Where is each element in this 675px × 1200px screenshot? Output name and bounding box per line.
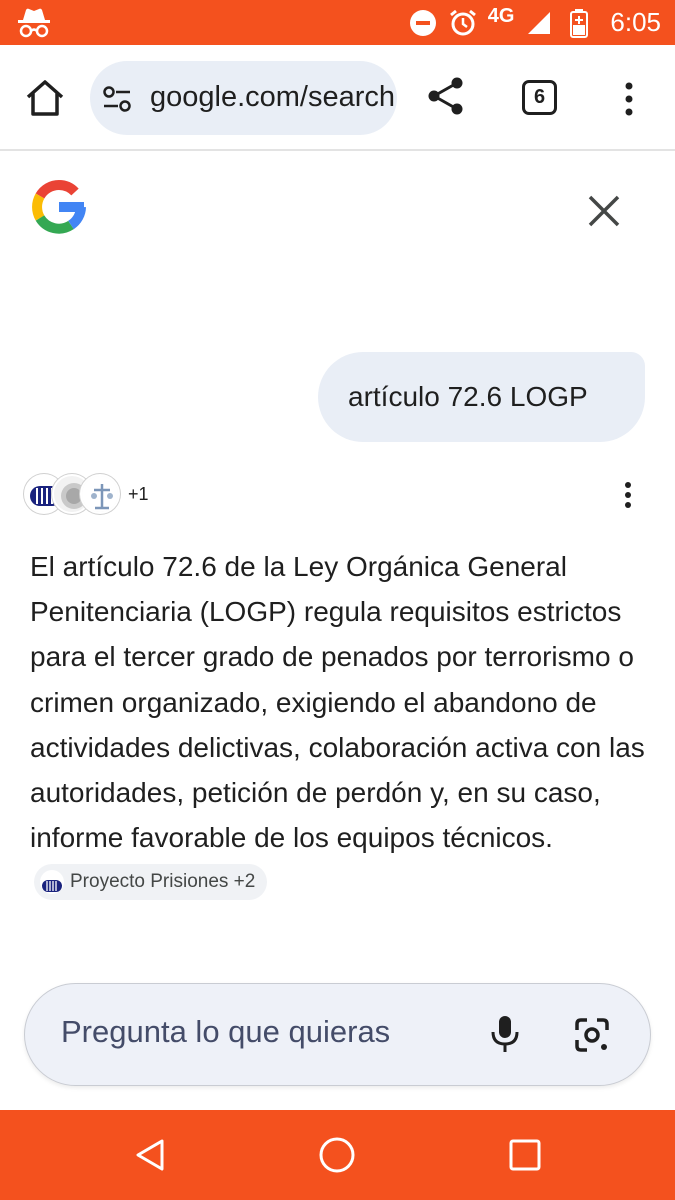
- answer-more-icon[interactable]: [616, 480, 640, 510]
- network-label: 4G: [487, 5, 515, 27]
- url-bar[interactable]: google.com/search: [90, 61, 397, 135]
- answer-text: El artículo 72.6 de la Ley Orgánica Gene…: [30, 551, 645, 854]
- close-icon[interactable]: [586, 193, 622, 229]
- dnd-icon: [408, 8, 438, 38]
- site-settings-icon[interactable]: [102, 85, 132, 113]
- citation-label: Proyecto Prisiones +2: [70, 871, 256, 893]
- sources-row[interactable]: +1: [24, 472, 149, 516]
- recents-icon[interactable]: [507, 1137, 543, 1173]
- ask-placeholder[interactable]: Pregunta lo que quieras: [61, 1014, 390, 1050]
- more-vert-icon[interactable]: [615, 79, 643, 119]
- system-nav-bar: [0, 1110, 675, 1200]
- home-icon[interactable]: [24, 77, 66, 119]
- prisiones-icon: [40, 870, 64, 895]
- ask-input[interactable]: Pregunta lo que quieras: [24, 983, 651, 1086]
- ai-answer: El artículo 72.6 de la Ley Orgánica Gene…: [30, 544, 650, 906]
- sources-extra-count[interactable]: +1: [128, 484, 149, 505]
- back-icon[interactable]: [132, 1137, 168, 1173]
- signal-icon: [524, 8, 554, 38]
- status-bar: 4G 6:05: [0, 0, 675, 45]
- tab-count: 6: [533, 86, 546, 108]
- lens-icon[interactable]: [573, 1016, 611, 1054]
- google-logo: [32, 180, 86, 234]
- alarm-icon: [448, 8, 478, 38]
- browser-toolbar: google.com/search 6: [0, 45, 675, 151]
- mic-icon[interactable]: [487, 1014, 523, 1054]
- citation-chip[interactable]: Proyecto Prisiones +2: [34, 864, 268, 901]
- battery-charging-icon: [564, 8, 594, 38]
- query-text: artículo 72.6 LOGP: [348, 381, 588, 412]
- incognito-icon: [18, 8, 50, 38]
- query-bubble: artículo 72.6 LOGP: [318, 352, 645, 442]
- share-icon[interactable]: [425, 75, 467, 117]
- tab-switcher-button[interactable]: 6: [522, 80, 557, 115]
- url-text[interactable]: google.com/search: [150, 81, 395, 114]
- source-favicon-justice[interactable]: [80, 474, 120, 514]
- nav-home-icon[interactable]: [318, 1136, 356, 1174]
- clock: 6:05: [610, 7, 661, 37]
